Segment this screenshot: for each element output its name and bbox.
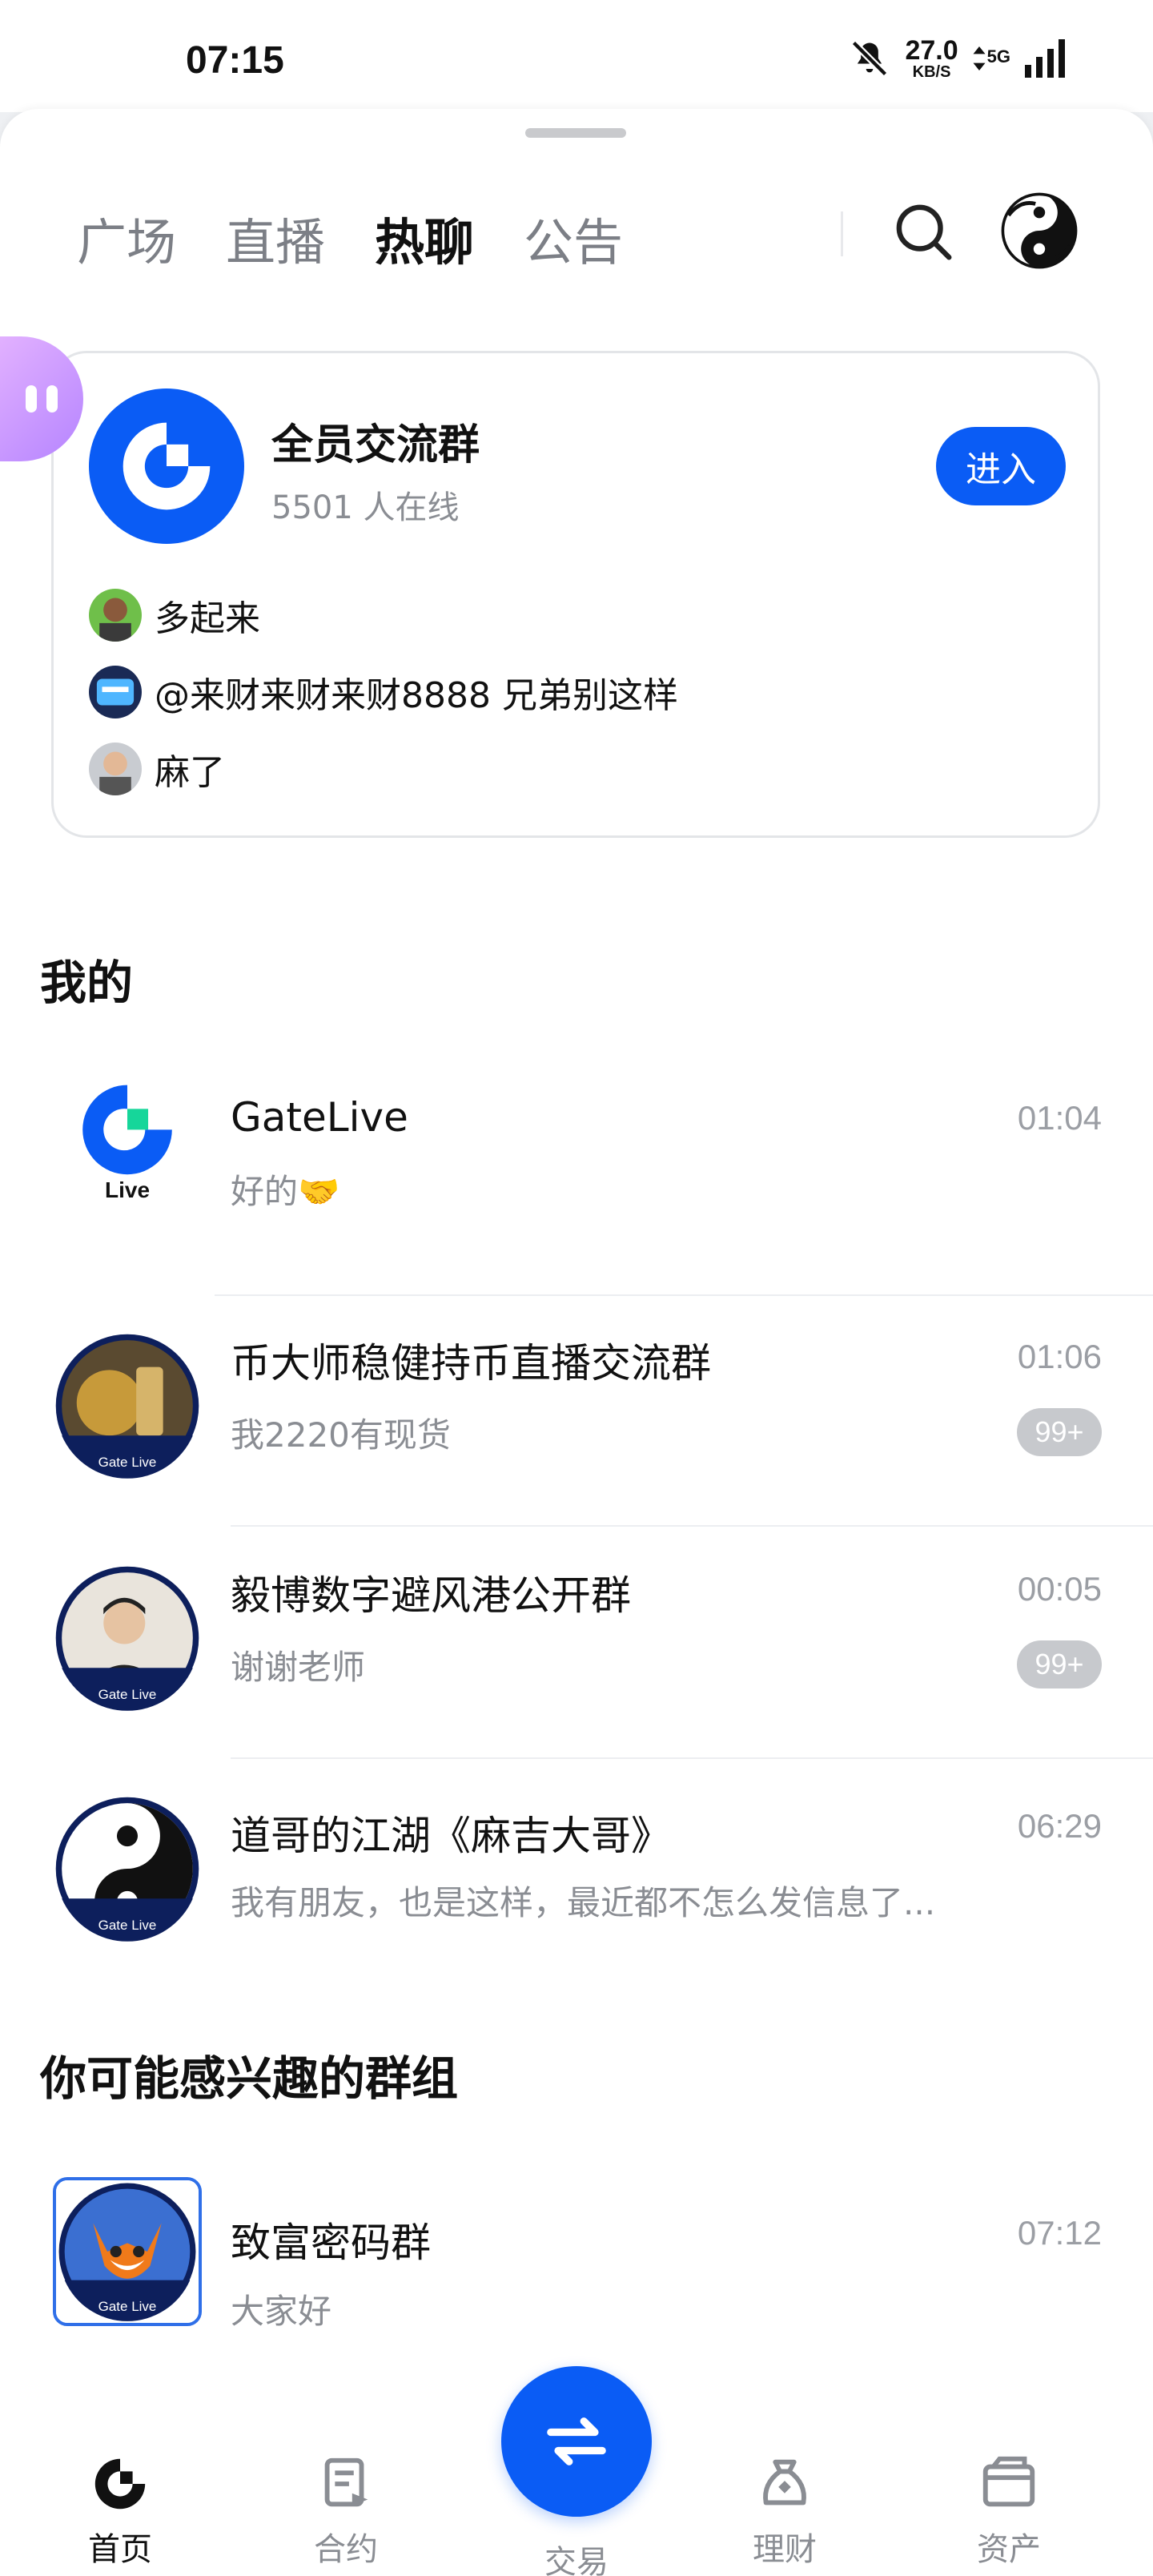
contract-icon [324, 2457, 368, 2507]
chat-last-message: 谢谢老师 [231, 1648, 366, 1687]
avatar: Live [53, 1070, 202, 1219]
search-button[interactable] [889, 197, 958, 266]
nav-trade-label: 交易 [544, 2544, 609, 2576]
avatar: Gate Live [53, 2177, 202, 2326]
pause-bar-icon [46, 385, 58, 413]
trade-button[interactable] [501, 2366, 652, 2517]
chat-time: 01:06 [1017, 1338, 1102, 1375]
chat-last-message: 我2220有现货 [231, 1415, 451, 1455]
chat-item-group[interactable]: Gate Live 币大师稳健持币直播交流群 我2220有现货 01:06 99… [0, 1296, 1153, 1528]
gate-live-caption: Gate Live [98, 1455, 157, 1470]
chat-name: 毅博数字避风港公开群 [231, 1572, 631, 1619]
bell-muted-icon [851, 40, 889, 77]
featured-group-title: 全员交流群 [271, 421, 480, 469]
net-speed-unit: KB/S [912, 63, 951, 81]
signal-icon [1025, 39, 1065, 78]
tab-square[interactable]: 广场 [77, 202, 176, 274]
chat-last-message: 大家好 [231, 2292, 332, 2331]
swap-arrows-icon [547, 2417, 606, 2465]
chat-name: 币大师稳健持币直播交流群 [231, 1340, 711, 1387]
nav-assets[interactable]: 资产 [937, 2453, 1081, 2570]
enter-button[interactable]: 进入 [936, 427, 1066, 505]
chat-time: 07:12 [1017, 2214, 1102, 2252]
my-section-title: 我的 [40, 956, 134, 1010]
pause-bar-icon [26, 385, 37, 413]
chat-name: GateLive [231, 1094, 408, 1141]
nav-label: 合约 [314, 2531, 378, 2568]
chat-sheet: 广场 直播 热聊 公告 全员交流群 5501 人在线 进入 多起来 @来财来财来… [0, 109, 1153, 2576]
divider [231, 1525, 1153, 1527]
status-icons: 27.0 KB/S 5G [849, 37, 1065, 80]
yin-yang-dragon-icon [1001, 192, 1078, 269]
gate-live-caption: Gate Live [98, 1687, 157, 1702]
net-speed: 27.0 KB/S [905, 37, 958, 80]
avatar: Gate Live [53, 1794, 202, 1943]
chat-time: 01:04 [1017, 1099, 1102, 1137]
chat-last-message: 好的🤝 [231, 1172, 340, 1211]
chat-item-group[interactable]: Gate Live 毅博数字避风港公开群 谢谢老师 00:05 99+ [0, 1528, 1153, 1761]
status-time: 07:15 [186, 39, 284, 82]
top-tabs: 广场 直播 热聊 公告 [77, 202, 623, 274]
live-caption: Live [104, 1177, 151, 1202]
divider [231, 1757, 1153, 1759]
gate-live-caption: Gate Live [98, 2299, 157, 2314]
status-bar: 07:15 27.0 KB/S 5G [0, 0, 1153, 112]
gate-logo-icon [89, 388, 244, 544]
recent-message-text: 多起来 [155, 598, 260, 639]
recent-message: 多起来 [89, 589, 260, 642]
recent-message-text: @来财来财来财8888 兄弟别这样 [155, 675, 678, 716]
finance-bag-icon [763, 2459, 806, 2506]
tab-hot-chat[interactable]: 热聊 [375, 202, 474, 274]
chat-time: 06:29 [1017, 1807, 1102, 1845]
user-avatar-icon [89, 743, 142, 795]
nav-finance[interactable]: 理财 [713, 2453, 857, 2570]
network-indicator: 5G [973, 46, 1010, 70]
net-speed-value: 27.0 [905, 35, 958, 66]
featured-group-card[interactable]: 全员交流群 5501 人在线 进入 多起来 @来财来财来财8888 兄弟别这样 … [51, 351, 1100, 838]
unread-badge: 99+ [1017, 1640, 1102, 1688]
avatar: Gate Live [53, 1331, 202, 1480]
data-arrows-icon [973, 46, 986, 70]
search-icon [896, 204, 952, 260]
user-avatar-icon [89, 666, 142, 718]
avatar [89, 666, 142, 718]
nav-label: 理财 [753, 2531, 817, 2568]
featured-online-count: 5501 人在线 [271, 489, 460, 526]
recent-message-text: 麻了 [155, 752, 225, 793]
tab-announcements[interactable]: 公告 [524, 202, 623, 274]
avatar [89, 743, 142, 795]
nav-label: 资产 [977, 2531, 1041, 2568]
tab-divider [841, 211, 843, 256]
chat-item-group[interactable]: Gate Live 道哥的江湖《麻吉大哥》 我有朋友，也是这样，最近都不怎么发信… [0, 1761, 1153, 1993]
home-gate-icon [94, 2458, 146, 2510]
avatar [89, 589, 142, 642]
bottom-nav: 首页 合约 交易 理财 资产 [0, 2339, 1153, 2576]
nav-label: 首页 [88, 2531, 152, 2568]
gate-logo [89, 388, 244, 544]
gate-live-caption: Gate Live [98, 1918, 157, 1933]
chat-time: 00:05 [1017, 1570, 1102, 1608]
chat-name: 道哥的江湖《麻吉大哥》 [231, 1813, 671, 1859]
sheet-handle[interactable] [525, 128, 626, 138]
unread-badge: 99+ [1017, 1408, 1102, 1456]
nav-home[interactable]: 首页 [48, 2453, 192, 2570]
avatar: Gate Live [53, 1564, 202, 1713]
nav-contract[interactable]: 合约 [274, 2453, 418, 2570]
profile-avatar[interactable] [1001, 192, 1078, 269]
chat-name: 致富密码群 [231, 2220, 431, 2266]
suggested-section-title: 你可能感兴趣的群组 [40, 2051, 459, 2106]
recent-message: 麻了 [89, 743, 225, 795]
tab-live[interactable]: 直播 [226, 202, 325, 274]
wallet-icon [982, 2456, 1035, 2507]
chat-item-gatelive[interactable]: Live GateLive 好的🤝 01:04 [0, 1070, 1153, 1296]
chat-last-message: 我有朋友，也是这样，最近都不怎么发信息了... [231, 1883, 936, 1922]
user-avatar-icon [89, 589, 142, 642]
recent-message: @来财来财来财8888 兄弟别这样 [89, 666, 678, 718]
network-type: 5G [986, 46, 1010, 66]
